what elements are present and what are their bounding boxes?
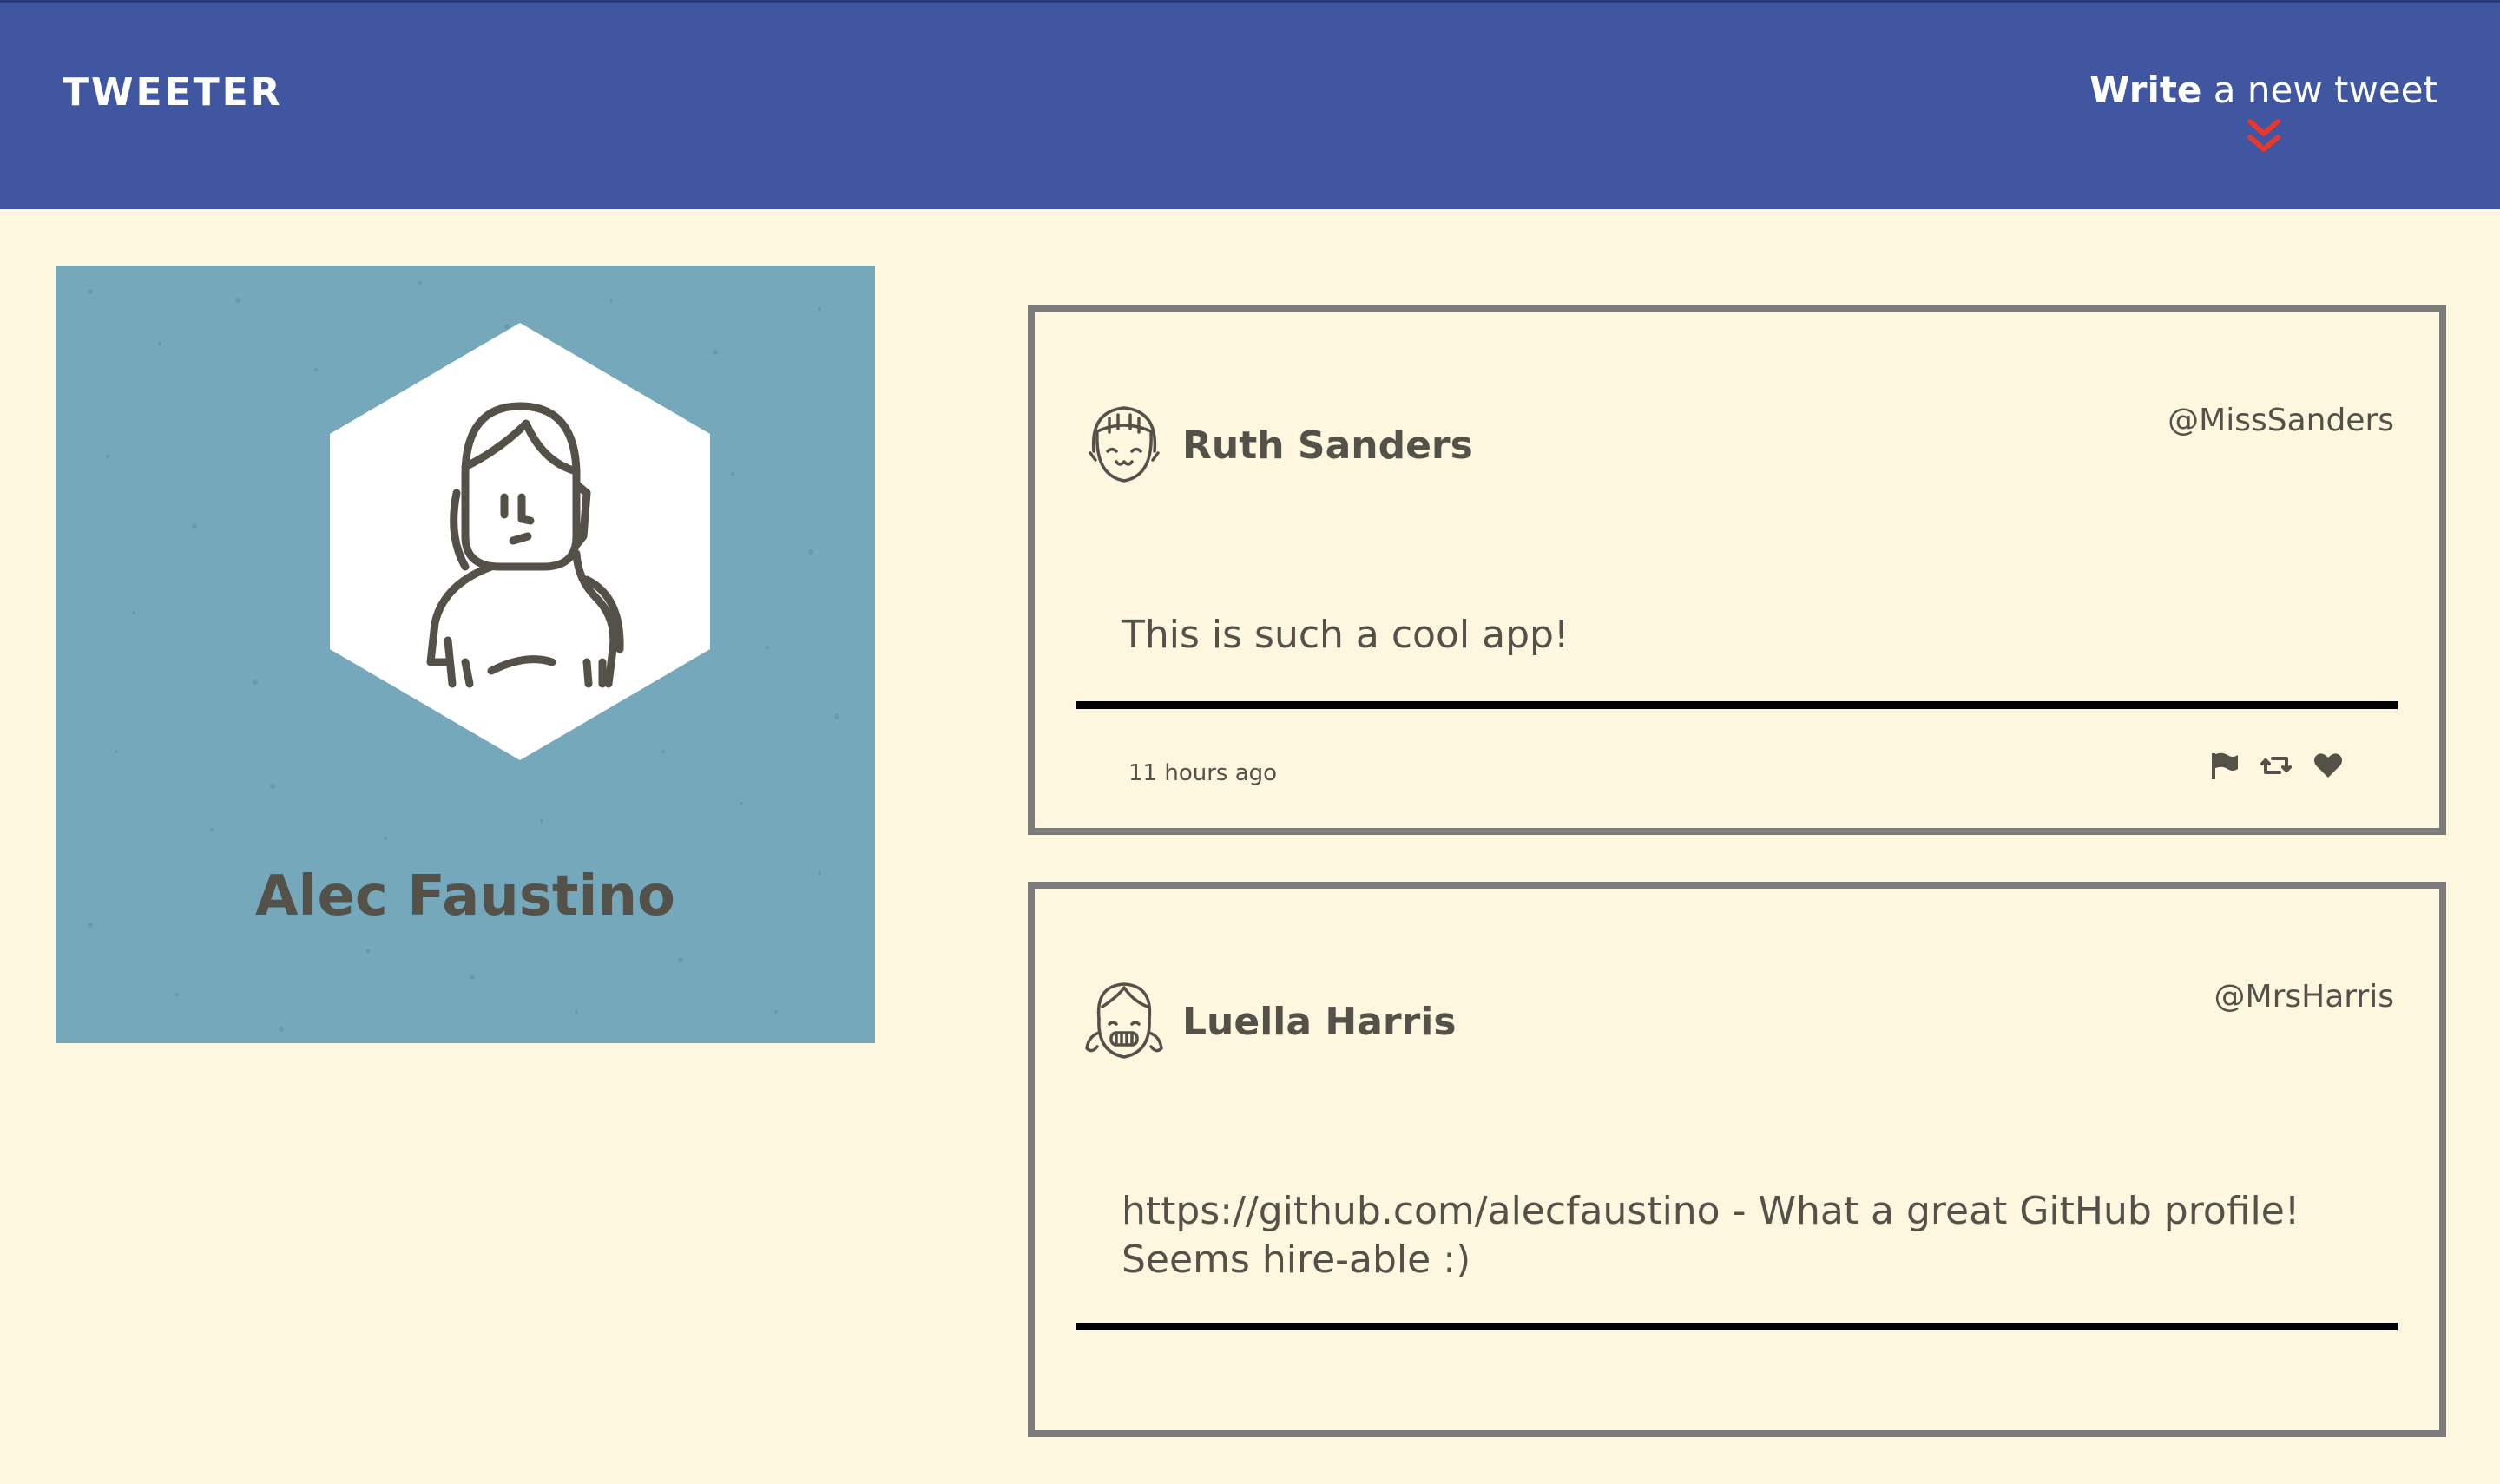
tweet-card: Ruth Sanders @MissSanders This is such a… <box>1028 305 2446 835</box>
heart-icon[interactable] <box>2312 750 2344 781</box>
tweet-actions <box>2208 750 2344 781</box>
profile-name: Alec Faustino <box>255 864 675 929</box>
tweet-author-name[interactable]: Ruth Sanders <box>1182 424 1473 468</box>
girl-avatar-icon <box>330 323 710 760</box>
top-nav: TWEETER Write a new tweet <box>0 0 2500 209</box>
pigtails-girl-avatar-icon <box>1085 982 1163 1059</box>
smiling-girl-avatar-icon <box>1089 406 1160 483</box>
tweet-list: Ruth Sanders @MissSanders This is such a… <box>1028 305 2446 1484</box>
double-chevron-down-icon[interactable] <box>2247 118 2281 156</box>
tweet-divider <box>1076 701 2398 709</box>
tweet-timestamp: 11 hours ago <box>1128 760 1278 786</box>
profile-card: Alec Faustino <box>56 266 875 1043</box>
tweet-text: This is such a cool app! <box>1122 613 1569 657</box>
tweet-text: https://github.com/alecfaustino - What a… <box>1122 1189 2300 1282</box>
flag-icon[interactable] <box>2208 750 2240 781</box>
tweet-author-name[interactable]: Luella Harris <box>1182 1000 1457 1044</box>
retweet-icon[interactable] <box>2260 750 2292 781</box>
tweet-card: Luella Harris @MrsHarris https://github.… <box>1028 882 2446 1437</box>
write-label-rest: a new tweet <box>2201 69 2438 111</box>
write-new-tweet-label[interactable]: Write a new tweet <box>2089 69 2438 111</box>
tweet-divider <box>1076 1323 2398 1330</box>
write-label-strong: Write <box>2089 69 2202 111</box>
tweet-author-handle[interactable]: @MissSanders <box>2168 403 2394 438</box>
write-new-tweet-button[interactable]: Write a new tweet <box>2089 69 2438 156</box>
brand-logo[interactable]: TWEETER <box>62 70 283 115</box>
tweet-author-handle[interactable]: @MrsHarris <box>2214 979 2394 1015</box>
